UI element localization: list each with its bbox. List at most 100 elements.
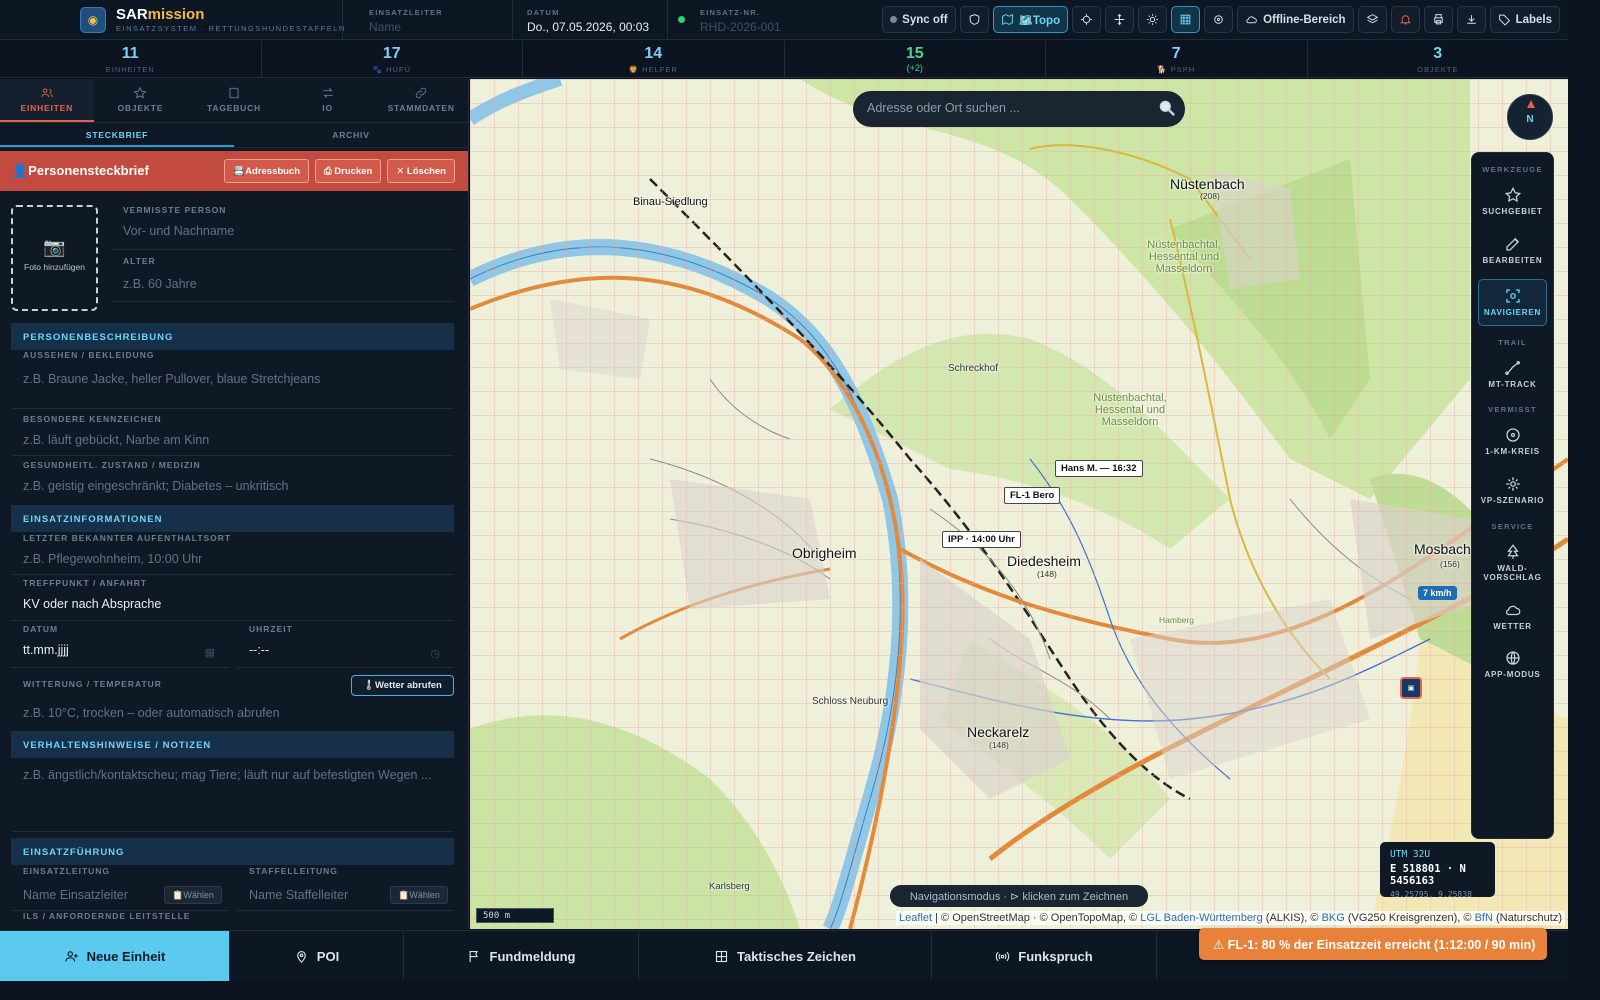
adressbuch-button[interactable]: 📇Adressbuch (224, 159, 310, 183)
compass-button[interactable]: N (1507, 94, 1553, 140)
staffelleitung-field[interactable]: STAFFELLEITUNG Name Staffelleiter 📋Wähle… (237, 866, 454, 911)
einsatzleiter-field[interactable]: EINSATZLEITER Name (342, 0, 512, 40)
photo-label: Foto hinzufügen (24, 262, 85, 272)
attribution-bkg-link[interactable]: BKG (1322, 912, 1345, 924)
staffelleitung-waehlen-button[interactable]: 📋Wählen (390, 886, 448, 904)
treffpunkt-input[interactable]: KV oder nach Absprache (23, 597, 454, 611)
unit-marker-icon[interactable]: ▣ (1400, 677, 1422, 699)
uhrzeit-field[interactable]: UHRZEIT --:-- ◷ (237, 624, 454, 668)
camera-icon: 📷 (43, 237, 66, 257)
alter-input[interactable]: z.B. 60 Jahre (123, 277, 454, 291)
kennzeichen-input[interactable]: z.B. läuft gebückt, Narbe am Kinn (23, 433, 454, 447)
datum-input[interactable]: tt.mm.jjjj (23, 643, 229, 657)
compass-label: N (1526, 114, 1534, 125)
tool-suchgebiet[interactable]: SUCHGEBIET (1478, 182, 1547, 221)
sync-button[interactable]: Sync off (882, 6, 956, 33)
taktisches-zeichen-button[interactable]: Taktisches Zeichen (639, 931, 932, 981)
offline-area-button[interactable]: Offline-Bereich (1237, 6, 1354, 33)
vermisste-person-label: VERMISSTE PERSON (123, 205, 227, 215)
tool-mt-track[interactable]: MT-TRACK (1478, 355, 1547, 394)
stat-hufue[interactable]: 17 🐾 HUFÜ (262, 41, 523, 77)
drucken-button[interactable]: ⎙ Drucken (315, 159, 382, 183)
subtab-steckbrief[interactable]: STECKBRIEF (0, 123, 234, 147)
tab-tagebuch[interactable]: TAGEBUCH (187, 79, 281, 122)
print-button[interactable] (1423, 6, 1453, 33)
marker-fl1[interactable]: FL-1 Bero (1004, 487, 1061, 504)
map-search-input[interactable]: Adresse oder Ort suchen ... (853, 91, 1185, 127)
gesundheit-field[interactable]: GESUNDHEITL. ZUSTAND / MEDIZIN z.B. geis… (11, 460, 454, 502)
attribution-lgl-link[interactable]: LGL Baden-Württemberg (1140, 912, 1262, 924)
tool-vp-szenario[interactable]: VP-SZENARIO (1478, 471, 1547, 510)
calendar-icon[interactable]: ▦ (205, 646, 215, 659)
map-attribution: Leaflet | © OpenStreetMap · © OpenTopoMa… (896, 911, 1565, 925)
marker-ipp[interactable]: IPP · 14:00 Uhr (942, 531, 1021, 548)
scale-bar: 500 m (476, 908, 554, 923)
treffpunkt-field[interactable]: TREFFPUNKT / ANFAHRT KV oder nach Abspra… (11, 578, 454, 621)
stat-einheiten[interactable]: 11 EINHEITEN (0, 41, 262, 77)
funkspruch-button[interactable]: Funkspruch (932, 931, 1157, 981)
stat-objekte[interactable]: 3 OBJEKTE (1308, 41, 1569, 77)
uhrzeit-input[interactable]: --:-- (249, 643, 454, 657)
photo-upload[interactable]: 📷 Foto hinzufügen (11, 205, 98, 311)
einsatzzeit-alert[interactable]: ⚠ FL-1: 80 % der Einsatzzeit erreicht (1… (1199, 928, 1547, 960)
aufenthaltsort-input[interactable]: z.B. Pflegewohnheim, 10:00 Uhr (23, 552, 454, 566)
labels-button[interactable]: Labels (1489, 6, 1560, 33)
download-button[interactable] (1456, 6, 1486, 33)
einsatzleitung-waehlen-button[interactable]: 📋Wählen (164, 886, 222, 904)
top-bar: ◉ SARmission EINSATZSYSTEM · RETTUNGSHUN… (0, 0, 1568, 40)
loeschen-button[interactable]: ✕ Löschen (387, 159, 455, 183)
stat-psph[interactable]: 7 🐕 PSPH (1046, 41, 1308, 77)
attribution-leaflet-link[interactable]: Leaflet (899, 912, 932, 924)
vermisste-person-field[interactable]: VERMISSTE PERSON Vor- und Nachname (112, 205, 454, 250)
fundmeldung-button[interactable]: Fundmeldung (404, 931, 639, 981)
alter-field[interactable]: ALTER z.B. 60 Jahre (112, 256, 454, 302)
einsatznr-field[interactable]: EINSATZ-NR. RHD-2026-001 (667, 0, 857, 40)
witterung-input[interactable]: z.B. 10°C, trocken – oder automatisch ab… (23, 706, 454, 720)
grid-button[interactable] (1171, 6, 1201, 33)
tab-stammdaten[interactable]: STAMMDATEN (374, 79, 468, 122)
layers-button[interactable] (1357, 6, 1387, 33)
gesundheit-input[interactable]: z.B. geistig eingeschränkt; Diabetes – u… (23, 479, 454, 493)
tool-bearbeiten[interactable]: BEARBEITEN (1478, 231, 1547, 270)
clock-icon[interactable]: ◷ (430, 647, 440, 660)
vermisste-person-input[interactable]: Vor- und Nachname (123, 224, 454, 238)
neue-einheit-button[interactable]: Neue Einheit (0, 931, 230, 981)
map[interactable]: Nüstenbach (208) Binau-Siedlung Schreckh… (470, 79, 1568, 929)
tab-objekte[interactable]: OBJEKTE (94, 79, 188, 122)
stat-gesamt[interactable]: 15 (+2) (785, 41, 1046, 77)
search-icon[interactable] (1157, 98, 1177, 118)
einsatznr-input[interactable]: RHD-2026-001 (700, 20, 857, 34)
tab-io[interactable]: IO (281, 79, 375, 122)
stat-helfer[interactable]: 14 🦁 HELFER (523, 41, 785, 77)
move-button[interactable] (1105, 6, 1135, 33)
tool-app-modus[interactable]: APP-MODUS (1478, 645, 1547, 684)
tool-wald-vorschlag[interactable]: WALD-VORSCHLAG (1478, 539, 1547, 587)
record-button[interactable] (1204, 6, 1234, 33)
alarm-button[interactable] (1390, 6, 1420, 33)
shield-button[interactable] (959, 6, 989, 33)
kennzeichen-field[interactable]: BESONDERE KENNZEICHEN z.B. läuft gebückt… (11, 414, 454, 456)
topo-button[interactable]: 🗺️Topo (992, 6, 1069, 33)
tool-1km-kreis[interactable]: 1-KM-KREIS (1478, 422, 1547, 461)
tool-label: APP-MODUS (1484, 670, 1541, 680)
wetter-abrufen-button[interactable]: 🌡️Wetter abrufen (351, 675, 454, 696)
datum-input-field[interactable]: DATUM tt.mm.jjjj ▦ (11, 624, 229, 668)
poi-button[interactable]: POI (230, 931, 404, 981)
ils-field[interactable]: ILS / ANFORDERNDE LEITSTELLE (11, 911, 454, 929)
notizen-field[interactable]: z.B. ängstlich/kontaktscheu; mag Tiere; … (11, 759, 454, 832)
notizen-input[interactable]: z.B. ängstlich/kontaktscheu; mag Tiere; … (23, 767, 442, 784)
tool-navigieren[interactable]: NAVIGIEREN (1478, 279, 1547, 326)
attribution-bfn-link[interactable]: BfN (1475, 912, 1493, 924)
aufenthaltsort-field[interactable]: LETZTER BEKANNTER AUFENTHALTSORT z.B. Pf… (11, 533, 454, 575)
tool-wetter[interactable]: WETTER (1478, 597, 1547, 636)
einsatzleiter-input[interactable]: Name (369, 20, 512, 34)
brightness-button[interactable] (1138, 6, 1168, 33)
tab-einheiten[interactable]: EINHEITEN (0, 79, 94, 122)
locate-button[interactable] (1072, 6, 1102, 33)
aussehen-field[interactable]: AUSSEHEN / BEKLEIDUNG z.B. Braune Jacke,… (11, 350, 454, 409)
map-elevation-label: (148) (989, 740, 1009, 750)
einsatzleitung-field[interactable]: EINSATZLEITUNG Name Einsatzleiter 📋Wähle… (11, 866, 229, 911)
subtab-archiv[interactable]: ARCHIV (234, 123, 468, 147)
aussehen-input[interactable]: z.B. Braune Jacke, heller Pullover, blau… (23, 372, 454, 386)
marker-hans[interactable]: Hans M. — 16:32 (1055, 460, 1143, 477)
